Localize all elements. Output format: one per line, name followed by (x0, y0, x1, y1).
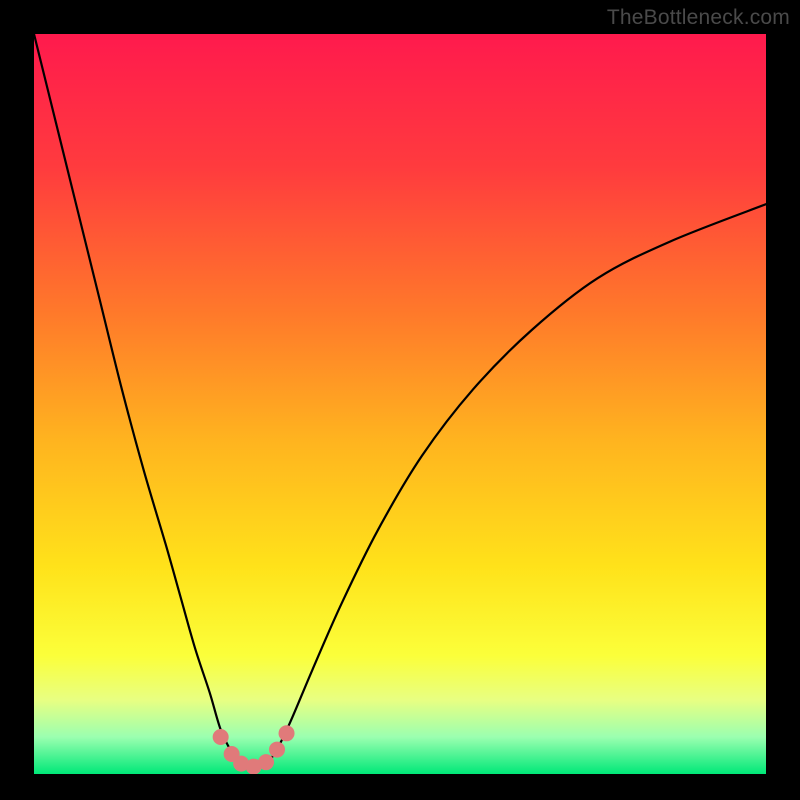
curve-marker (279, 725, 295, 741)
bottleneck-chart (34, 34, 766, 774)
curve-marker (258, 754, 274, 770)
curve-marker (213, 729, 229, 745)
curve-marker (269, 742, 285, 758)
chart-background (34, 34, 766, 774)
chart-frame: TheBottleneck.com (0, 0, 800, 800)
watermark-label: TheBottleneck.com (607, 6, 790, 30)
